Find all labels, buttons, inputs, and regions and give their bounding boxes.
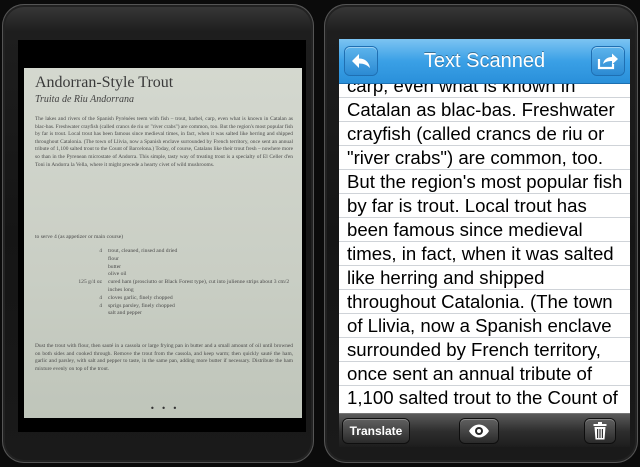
ingredient-item: sprigs parsley, finely chopped bbox=[108, 302, 175, 309]
ingredient-row: 4 cloves garlic, finely chopped bbox=[54, 295, 294, 303]
ingredient-row: salt and pepper bbox=[54, 310, 294, 318]
ingredient-item: trout, cleaned, rinsed and dried bbox=[108, 248, 178, 254]
scanned-text-area[interactable]: carp, even what is known in Catalan as b… bbox=[339, 84, 630, 413]
ingredients-list: 4 trout, cleaned, rinsed and dried flour… bbox=[54, 248, 294, 318]
ingredient-qty: 4 bbox=[99, 294, 102, 301]
ingredient-qty: 125 g/4 oz bbox=[78, 279, 102, 286]
back-arrow-icon bbox=[352, 54, 370, 68]
ingredient-qty bbox=[54, 264, 108, 272]
section-ornament: • • • bbox=[150, 404, 180, 413]
preview-button[interactable] bbox=[460, 419, 498, 443]
ingredient-item: butter bbox=[108, 263, 122, 270]
camera-photo-view: Andorran-Style Trout Truita de Riu Andor… bbox=[18, 40, 306, 432]
back-button[interactable] bbox=[345, 47, 377, 75]
delete-button[interactable] bbox=[585, 419, 615, 443]
scanned-page: Andorran-Style Trout Truita de Riu Andor… bbox=[24, 68, 302, 418]
share-icon bbox=[597, 53, 618, 70]
recipe-intro-text: The lakes and rivers of the Spanish Pyré… bbox=[35, 116, 293, 168]
ingredient-row: 4 sprigs parsley, finely chopped bbox=[54, 303, 294, 311]
trash-icon bbox=[593, 422, 607, 440]
ingredient-qty: 4 bbox=[99, 302, 102, 309]
ingredient-qty bbox=[54, 256, 108, 264]
bottom-toolbar: Translate bbox=[339, 413, 630, 447]
text-scanned-screen: Text Scanned carp, even what is known in… bbox=[339, 39, 630, 447]
left-device: Andorran-Style Trout Truita de Riu Andor… bbox=[2, 4, 314, 463]
share-button[interactable] bbox=[592, 47, 624, 75]
ingredient-qty bbox=[54, 310, 108, 318]
ingredient-item: cloves garlic, finely chopped bbox=[108, 294, 173, 301]
right-device: Text Scanned carp, even what is known in… bbox=[324, 4, 638, 463]
ingredient-row: flour bbox=[54, 256, 294, 264]
ingredient-row: butter bbox=[54, 264, 294, 272]
eye-icon bbox=[469, 424, 489, 438]
recipe-title: Andorran-Style Trout bbox=[35, 74, 174, 91]
ingredient-row: 125 g/4 oz cured ham (prosciutto or Blac… bbox=[54, 279, 294, 295]
ingredient-item: flour bbox=[108, 255, 119, 262]
recipe-subtitle: Truita de Riu Andorrana bbox=[35, 94, 134, 105]
recipe-method-text: Dust the trout with flour, then sauté in… bbox=[35, 343, 293, 372]
ingredient-row: 4 trout, cleaned, rinsed and dried bbox=[54, 248, 294, 256]
nav-bar: Text Scanned bbox=[339, 39, 630, 84]
recipe-serves: to serve 4 (as appetizer or main course) bbox=[35, 234, 124, 240]
ingredient-qty: 4 bbox=[99, 248, 102, 254]
scanned-text[interactable]: carp, even what is known in Catalan as b… bbox=[347, 84, 629, 413]
nav-title: Text Scanned bbox=[423, 50, 546, 72]
ingredient-qty bbox=[54, 271, 108, 279]
ingredient-item: cured ham (prosciutto or Black Forest ty… bbox=[108, 279, 290, 293]
translate-button[interactable]: Translate bbox=[343, 419, 409, 443]
ingredient-item: salt and pepper bbox=[108, 310, 142, 317]
